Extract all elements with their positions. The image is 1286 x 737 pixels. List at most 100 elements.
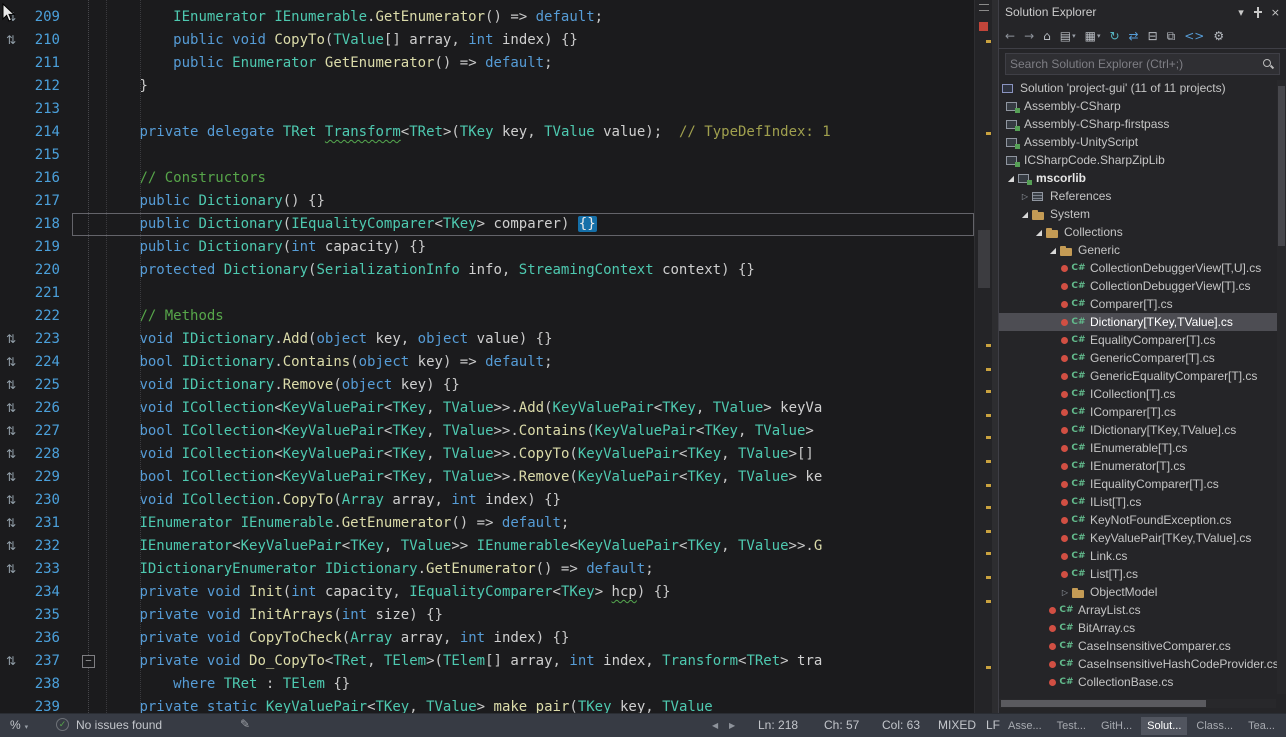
code-line[interactable]: 221 <box>0 282 974 305</box>
code-line[interactable]: 218 public Dictionary(IEqualityComparer<… <box>0 213 974 236</box>
tree-item[interactable]: C#BitArray.cs <box>999 619 1286 637</box>
sync-with-active-document-icon[interactable]: ⇄ <box>1129 29 1139 43</box>
line-number[interactable]: 209 <box>22 6 72 29</box>
tree-expanded-arrow-icon[interactable]: ◢ <box>1047 246 1059 255</box>
code-line[interactable]: 215 <box>0 144 974 167</box>
code-line-text[interactable]: public Dictionary() {} <box>72 190 974 213</box>
line-number[interactable]: 229 <box>22 466 72 489</box>
line-number[interactable]: 210 <box>22 29 72 52</box>
tree-item[interactable]: C#IEnumerable[T].cs <box>999 439 1286 457</box>
code-line-text[interactable]: void ICollection.CopyTo(Array array, int… <box>72 489 974 512</box>
se-vertical-scrollbar[interactable] <box>1277 80 1286 694</box>
tree-item[interactable]: C#IComparer[T].cs <box>999 403 1286 421</box>
se-hscroll-thumb[interactable] <box>1001 700 1206 707</box>
view-code-icon[interactable]: <> <box>1184 29 1204 43</box>
code-line-text[interactable]: } <box>72 75 974 98</box>
line-number[interactable]: 226 <box>22 397 72 420</box>
tree-item[interactable]: C#Dictionary[TKey,TValue].cs <box>999 313 1286 331</box>
tree-item[interactable]: Assembly-CSharp-firstpass <box>999 115 1286 133</box>
code-line-text[interactable]: IDictionaryEnumerator IDictionary.GetEnu… <box>72 558 974 581</box>
code-line-text[interactable]: private void CopyToCheck(Array array, in… <box>72 627 974 650</box>
line-number[interactable]: 235 <box>22 604 72 627</box>
tree-item[interactable]: C#CollectionDebuggerView[T,U].cs <box>999 259 1286 277</box>
code-line-text[interactable] <box>72 98 974 121</box>
tree-item[interactable]: ▷References <box>999 187 1286 205</box>
split-editor-handle[interactable] <box>979 4 989 11</box>
code-editor[interactable]: ⇅209 IEnumerator IEnumerable.GetEnumerat… <box>0 0 974 713</box>
implements-overrides-icon[interactable]: ⇅ <box>0 397 22 420</box>
pin-icon[interactable] <box>1252 6 1263 18</box>
line-indicator[interactable]: Ln: 218 <box>758 718 798 732</box>
implements-overrides-icon[interactable]: ⇅ <box>0 558 22 581</box>
tree-item[interactable]: C#CollectionDebuggerView[T].cs <box>999 277 1286 295</box>
code-line[interactable]: 238 where TRet : TElem {} <box>0 673 974 696</box>
line-number[interactable]: 219 <box>22 236 72 259</box>
properties-icon[interactable]: ⚙ <box>1213 29 1224 43</box>
code-line[interactable]: 219 public Dictionary(int capacity) {} <box>0 236 974 259</box>
tree-item[interactable]: C#KeyNotFoundException.cs <box>999 511 1286 529</box>
implements-overrides-icon[interactable]: ⇅ <box>0 420 22 443</box>
implements-overrides-icon[interactable]: ⇅ <box>0 328 22 351</box>
implements-overrides-icon[interactable]: ⇅ <box>0 374 22 397</box>
tree-item[interactable]: C#CaseInsensitiveHashCodeProvider.cs <box>999 655 1286 673</box>
tree-item[interactable]: C#IDictionary[TKey,TValue].cs <box>999 421 1286 439</box>
tree-expanded-arrow-icon[interactable]: ◢ <box>1033 228 1045 237</box>
tree-item[interactable]: ◢mscorlib <box>999 169 1286 187</box>
code-line[interactable]: ⇅229 bool ICollection<KeyValuePair<TKey,… <box>0 466 974 489</box>
hscroll-right-icon[interactable]: ▶ <box>729 721 735 730</box>
line-number[interactable]: 236 <box>22 627 72 650</box>
tree-collapsed-arrow-icon[interactable]: ▷ <box>1019 192 1031 201</box>
filter-icon[interactable]: ▦▾ <box>1085 29 1101 43</box>
code-line[interactable]: ⇅226 void ICollection<KeyValuePair<TKey,… <box>0 397 974 420</box>
code-line[interactable]: 220 protected Dictionary(SerializationIn… <box>0 259 974 282</box>
code-line[interactable]: ⇅230 void ICollection.CopyTo(Array array… <box>0 489 974 512</box>
line-number[interactable]: 227 <box>22 420 72 443</box>
refresh-icon[interactable]: ↻ <box>1109 29 1119 43</box>
code-line[interactable]: 214 private delegate TRet Transform<TRet… <box>0 121 974 144</box>
tool-tab-assembly-explorer[interactable]: Asse... <box>1002 717 1048 735</box>
code-line[interactable]: 236 private void CopyToCheck(Array array… <box>0 627 974 650</box>
tree-item[interactable]: C#EqualityComparer[T].cs <box>999 331 1286 349</box>
code-line-text[interactable]: bool ICollection<KeyValuePair<TKey, TVal… <box>72 420 974 443</box>
tree-item[interactable]: Assembly-CSharp <box>999 97 1286 115</box>
search-box[interactable] <box>1005 53 1280 75</box>
tree-expanded-arrow-icon[interactable]: ◢ <box>1005 174 1017 183</box>
code-line-text[interactable] <box>72 144 974 167</box>
show-all-files-icon[interactable]: ⧉ <box>1167 29 1176 44</box>
code-line[interactable]: ⇅223 void IDictionary.Add(object key, ob… <box>0 328 974 351</box>
line-number[interactable]: 213 <box>22 98 72 121</box>
tree-collapsed-arrow-icon[interactable]: ▷ <box>1059 588 1071 597</box>
implements-overrides-icon[interactable]: ⇅ <box>0 466 22 489</box>
tree-item[interactable]: C#List[T].cs <box>999 565 1286 583</box>
tree-item[interactable]: C#IList[T].cs <box>999 493 1286 511</box>
line-number[interactable]: 221 <box>22 282 72 305</box>
code-line-text[interactable]: private void InitArrays(int size) {} <box>72 604 974 627</box>
fold-collapse-icon[interactable]: – <box>82 655 95 668</box>
implements-overrides-icon[interactable]: ⇅ <box>0 650 22 673</box>
column-indicator[interactable]: Col: 63 <box>882 718 920 732</box>
line-number[interactable]: 215 <box>22 144 72 167</box>
tree-item[interactable]: ICSharpCode.SharpZipLib <box>999 151 1286 169</box>
code-line-text[interactable]: private void Init(int capacity, IEqualit… <box>72 581 974 604</box>
forward-icon[interactable]: → <box>1024 29 1034 43</box>
tree-expanded-arrow-icon[interactable]: ◢ <box>1019 210 1031 219</box>
implements-overrides-icon[interactable]: ⇅ <box>0 351 22 374</box>
issues-status[interactable]: No issues found <box>76 718 162 732</box>
code-line-text[interactable]: protected Dictionary(SerializationInfo i… <box>72 259 974 282</box>
code-line[interactable]: 213 <box>0 98 974 121</box>
tool-tab-team-explorer[interactable]: Tea... <box>1242 717 1281 735</box>
line-number[interactable]: 223 <box>22 328 72 351</box>
line-number[interactable]: 220 <box>22 259 72 282</box>
implements-overrides-icon[interactable]: ⇅ <box>0 535 22 558</box>
code-line[interactable]: ⇅232 IEnumerator<KeyValuePair<TKey, TVal… <box>0 535 974 558</box>
se-vscroll-thumb[interactable] <box>1278 86 1285 246</box>
code-line-text[interactable]: public void CopyTo(TValue[] array, int i… <box>72 29 974 52</box>
code-line[interactable]: 211 public Enumerator GetEnumerator() =>… <box>0 52 974 75</box>
code-line[interactable]: ⇅224 bool IDictionary.Contains(object ke… <box>0 351 974 374</box>
hscroll-left-icon[interactable]: ◀ <box>712 721 718 730</box>
code-line[interactable]: 222 // Methods <box>0 305 974 328</box>
tree-item[interactable]: C#ArrayList.cs <box>999 601 1286 619</box>
tree-item[interactable]: ▷ObjectModel <box>999 583 1286 601</box>
collapse-all-icon[interactable]: ⊟ <box>1148 29 1158 43</box>
tree-item[interactable]: C#GenericEqualityComparer[T].cs <box>999 367 1286 385</box>
